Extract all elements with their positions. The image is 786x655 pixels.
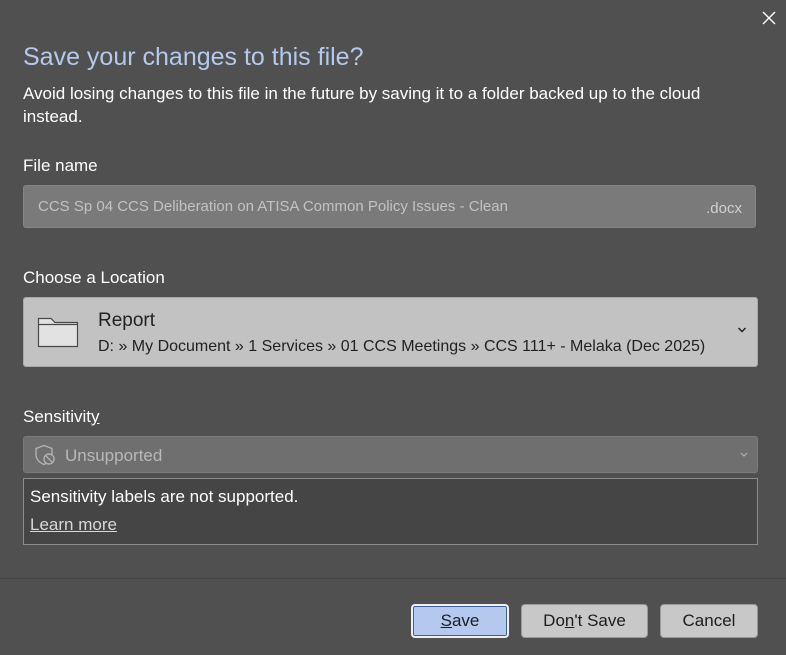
chevron-down-icon [737,327,747,333]
close-button[interactable] [756,6,782,30]
learn-more-link[interactable]: Learn more [30,515,117,535]
dialog-title: Save your changes to this file? [23,43,364,71]
sensitivity-value: Unsupported [65,446,163,465]
file-extension: .docx [706,200,742,217]
dont-save-button[interactable]: Do n't Save [521,604,648,638]
location-label: Choose a Location [23,268,165,287]
location-path: D: » My Document » 1 Services » 01 CCS M… [98,338,706,355]
file-name-field[interactable]: CCS Sp 04 CCS Deliberation on ATISA Comm… [23,185,756,228]
sensitivity-label: Sensitivity [23,407,100,426]
shield-blocked-icon [35,444,55,466]
save-button[interactable]: Save [411,604,509,638]
file-name-label: File name [23,156,98,175]
chevron-down-icon [740,452,748,457]
location-dropdown[interactable]: Report D: » My Document » 1 Services » 0… [23,297,758,367]
dialog-subtitle: Avoid losing changes to this file in the… [23,84,701,126]
file-name-value: CCS Sp 04 CCS Deliberation on ATISA Comm… [38,198,508,215]
cancel-button[interactable]: Cancel [660,604,758,638]
sensitivity-dropdown: Unsupported [23,436,758,473]
folder-icon [37,317,79,348]
sensitivity-info-panel: Sensitivity labels are not supported. Le… [23,478,758,545]
close-icon [762,11,776,25]
location-folder-name: Report [98,310,156,331]
sensitivity-message: Sensitivity labels are not supported. [30,487,299,506]
footer-divider [0,578,786,579]
